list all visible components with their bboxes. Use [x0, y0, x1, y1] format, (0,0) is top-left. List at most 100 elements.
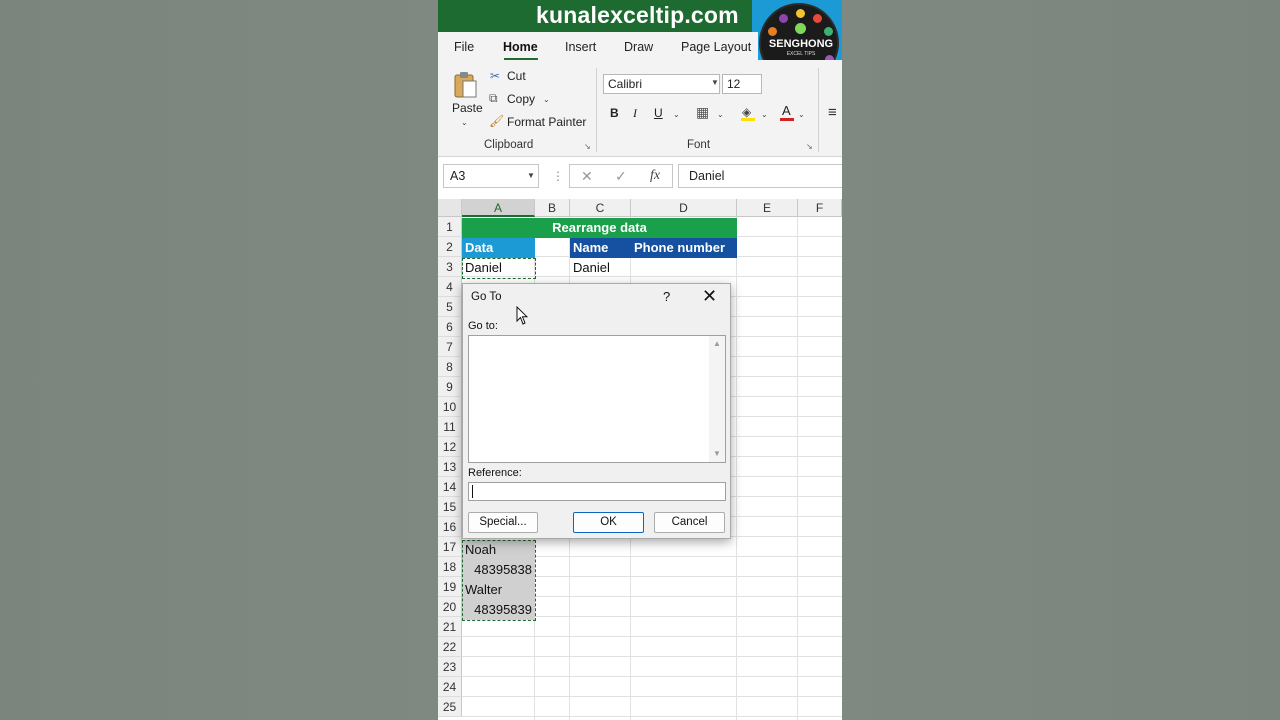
- group-divider: [596, 68, 597, 152]
- paste-icon[interactable]: [452, 70, 478, 100]
- align-icon[interactable]: ≡: [828, 104, 837, 121]
- paste-dropdown-icon[interactable]: ⌄: [461, 118, 468, 127]
- row-header-22[interactable]: 22: [438, 637, 462, 657]
- copy-button[interactable]: Copy: [507, 92, 535, 106]
- italic-button[interactable]: I: [633, 106, 637, 121]
- underline-dropdown-icon[interactable]: ⌄: [673, 110, 680, 119]
- column-header-f[interactable]: F: [798, 199, 842, 217]
- row-header-10[interactable]: 10: [438, 397, 462, 417]
- header-phone-cell[interactable]: Phone number: [631, 238, 737, 258]
- video-background-left: [0, 0, 438, 720]
- copy-icon[interactable]: ⧉: [489, 91, 498, 106]
- special-button[interactable]: Special...: [468, 512, 538, 533]
- row-header-9[interactable]: 9: [438, 377, 462, 397]
- gridline-horizontal: [462, 716, 842, 717]
- row-header-24[interactable]: 24: [438, 677, 462, 697]
- row-header-6[interactable]: 6: [438, 317, 462, 337]
- column-header-b[interactable]: B: [535, 199, 570, 217]
- row-header-21[interactable]: 21: [438, 617, 462, 637]
- clipboard-group-label: Clipboard: [484, 139, 534, 151]
- font-color-icon[interactable]: A: [780, 103, 794, 121]
- font-launcher-icon[interactable]: ↘: [806, 142, 813, 151]
- gridline-vertical: [797, 217, 798, 720]
- format-painter-button[interactable]: Format Painter: [507, 115, 586, 129]
- ok-button[interactable]: OK: [573, 512, 644, 533]
- select-all-corner[interactable]: [438, 199, 462, 217]
- name-box[interactable]: A3: [443, 164, 539, 188]
- font-color-dropdown-icon[interactable]: ⌄: [798, 110, 805, 119]
- borders-icon[interactable]: ▦: [696, 104, 709, 121]
- row-header-5[interactable]: 5: [438, 297, 462, 317]
- row-header-4[interactable]: 4: [438, 277, 462, 297]
- tab-draw[interactable]: Draw: [624, 40, 653, 54]
- row-header-16[interactable]: 16: [438, 517, 462, 537]
- dialog-title: Go To: [471, 291, 502, 303]
- column-header-e[interactable]: E: [737, 199, 798, 217]
- fill-color-dropdown-icon[interactable]: ⌄: [761, 110, 768, 119]
- video-background-right: [842, 0, 1280, 720]
- font-name-dropdown-icon[interactable]: ▼: [711, 78, 719, 87]
- bold-button[interactable]: B: [610, 106, 619, 120]
- row-header-15[interactable]: 15: [438, 497, 462, 517]
- row-header-20[interactable]: 20: [438, 597, 462, 617]
- column-header-d[interactable]: D: [631, 199, 737, 217]
- cancel-entry-icon[interactable]: ✕: [581, 168, 593, 185]
- formula-input[interactable]: Daniel: [678, 164, 842, 188]
- cut-button[interactable]: Cut: [507, 69, 526, 83]
- scroll-down-icon[interactable]: ▼: [713, 449, 721, 458]
- row-header-18[interactable]: 18: [438, 557, 462, 577]
- header-data-cell[interactable]: Data: [462, 238, 535, 258]
- goto-dialog: Go To ? ✕ Go to: ▲ ▼ Reference: Special.…: [462, 283, 731, 539]
- borders-dropdown-icon[interactable]: ⌄: [717, 110, 724, 119]
- row-header-19[interactable]: 19: [438, 577, 462, 597]
- tab-page-layout[interactable]: Page Layout: [681, 40, 751, 54]
- formula-buttons: ✕ ✓ fx: [569, 164, 673, 188]
- row-header-1[interactable]: 1: [438, 217, 462, 237]
- row-header-8[interactable]: 8: [438, 357, 462, 377]
- row-header-13[interactable]: 13: [438, 457, 462, 477]
- cancel-button[interactable]: Cancel: [654, 512, 725, 533]
- group-divider: [818, 68, 819, 152]
- confirm-entry-icon[interactable]: ✓: [615, 168, 627, 185]
- tab-home[interactable]: Home: [503, 40, 538, 54]
- row-header-2[interactable]: 2: [438, 237, 462, 257]
- row-header-3[interactable]: 3: [438, 257, 462, 277]
- underline-button[interactable]: U: [654, 106, 663, 120]
- text-caret: [472, 485, 473, 498]
- row-header-11[interactable]: 11: [438, 417, 462, 437]
- reference-input[interactable]: [468, 482, 726, 501]
- format-painter-icon[interactable]: 🖌: [489, 114, 504, 128]
- gridline-horizontal: [462, 696, 842, 697]
- scissors-icon[interactable]: ✂: [490, 69, 500, 83]
- fill-color-icon[interactable]: ◈: [741, 105, 755, 121]
- font-size-select[interactable]: 12: [722, 74, 762, 94]
- goto-list[interactable]: ▲ ▼: [468, 335, 726, 463]
- row-header-12[interactable]: 12: [438, 437, 462, 457]
- header-name-cell[interactable]: Name: [570, 238, 631, 258]
- scroll-up-icon[interactable]: ▲: [713, 339, 721, 348]
- goto-list-scrollbar[interactable]: ▲ ▼: [709, 336, 725, 462]
- column-header-c[interactable]: C: [570, 199, 631, 217]
- row-header-7[interactable]: 7: [438, 337, 462, 357]
- logo-subtitle: EXCEL TIPS: [786, 51, 816, 57]
- title-cell[interactable]: Rearrange data: [462, 218, 737, 238]
- row-header-23[interactable]: 23: [438, 657, 462, 677]
- column-header-a[interactable]: A: [462, 199, 535, 217]
- copy-dropdown-icon[interactable]: ⌄: [543, 95, 550, 104]
- clipboard-launcher-icon[interactable]: ↘: [584, 142, 591, 151]
- paste-button[interactable]: Paste: [452, 101, 483, 115]
- name-box-dropdown-icon[interactable]: ▼: [527, 171, 535, 180]
- row-header-17[interactable]: 17: [438, 537, 462, 557]
- help-button[interactable]: ?: [663, 289, 670, 304]
- cell-c3[interactable]: Daniel: [570, 258, 631, 278]
- insert-function-icon[interactable]: fx: [650, 168, 660, 184]
- ribbon-home: Paste ⌄ ✂ Cut ⧉ Copy ⌄ 🖌 Format Painter …: [438, 60, 842, 157]
- gridline-vertical: [736, 217, 737, 720]
- gridline-horizontal: [462, 636, 842, 637]
- row-header-14[interactable]: 14: [438, 477, 462, 497]
- tab-file[interactable]: File: [454, 40, 474, 54]
- close-icon[interactable]: ✕: [702, 286, 717, 307]
- tab-insert[interactable]: Insert: [565, 40, 596, 54]
- row-header-25[interactable]: 25: [438, 697, 462, 717]
- font-name-select[interactable]: Calibri: [603, 74, 720, 94]
